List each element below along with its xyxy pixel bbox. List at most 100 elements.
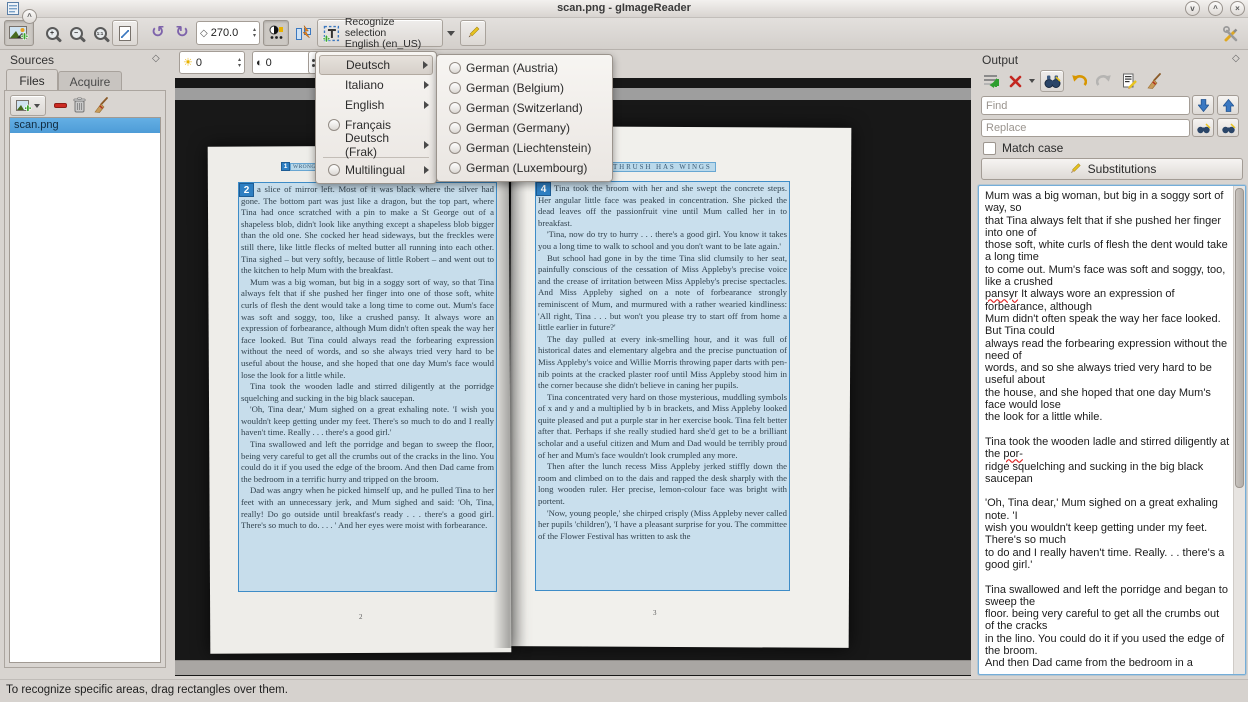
find-prev-button[interactable] [1217,95,1239,115]
match-case-checkbox[interactable] [983,142,996,155]
add-source-button[interactable] [10,95,46,116]
tab-acquire-label: Acquire [70,75,111,89]
find-input[interactable] [981,96,1190,115]
clear-sources-button[interactable] [91,95,111,114]
image-controls-toggle[interactable] [263,20,289,46]
right-page-number: 3 [653,608,657,620]
left-page-number: 2 [359,612,363,624]
delete-source-button[interactable] [70,95,88,114]
submenu-arrow-icon [424,101,429,109]
recognize-label-line1: Recognize selection [345,17,438,39]
rotation-spinbox[interactable]: ◇ 270.0 ▴▾ [196,21,260,45]
autolayout-icon [295,25,312,42]
close-button[interactable]: × [1230,1,1245,16]
output-panel-title: Output [982,53,1018,67]
zoom-in-button[interactable]: + [40,22,64,45]
insert-mode-button[interactable] [981,71,1001,91]
titlebar[interactable]: scan.png - gImageReader v ^ × [0,0,1248,18]
menu-gutter [444,82,466,94]
menu-item-label: Français [345,118,429,132]
save-text-button[interactable] [1119,71,1139,91]
book-spine-shadow [493,130,527,648]
maximize-button[interactable]: ^ [1208,1,1223,16]
output-detach-button[interactable]: ◇ [1232,53,1240,64]
submenu-item-german-liechtenstein[interactable]: German (Liechtenstein) [440,138,609,158]
source-list-item[interactable]: scan.png [10,118,160,133]
find-replace-toggle[interactable] [1040,70,1064,92]
trash-icon [73,97,86,113]
menu-item-deutsch-frak[interactable]: Deutsch (Frak) [319,135,433,155]
pen-icon [465,25,481,41]
menu-gutter [323,164,345,176]
region-badge-2: 2 [239,183,254,197]
replace-icon [1196,122,1211,134]
clear-output-button[interactable] [1144,71,1164,91]
output-vscrollbar[interactable] [1233,186,1245,674]
book-paragraph: The day pulled at every ink-smelling hou… [538,334,787,392]
remove-source-button[interactable] [51,97,69,113]
zoom-original-button[interactable]: 1:1 [88,22,112,45]
brightness-stepper[interactable]: ▴▾ [236,57,243,69]
minimize-icon: v [1190,4,1194,13]
output-textview[interactable]: Mum was a big woman, but big in a soggy … [978,185,1246,675]
sources-detach-button[interactable]: ◇ [152,53,160,64]
submenu-item-label: German (Austria) [466,61,605,75]
undo-icon [1071,74,1087,88]
remove-icon [54,103,67,108]
replace-all-button[interactable] [1217,118,1239,137]
menu-gutter [323,119,345,131]
ocr-selection-region-2[interactable]: 2 a slice of mirror left. Most of it was… [238,182,497,592]
left-page-text: a slice of mirror left. Most of it was b… [239,183,496,533]
main-toolbar: + − 1:1 ↺ ↻ ◇ 270.0 ▴▾ Recognize selecti… [0,18,1248,50]
pen-icon [1068,162,1082,176]
autolayout-button[interactable] [291,21,315,45]
replace-input[interactable] [981,119,1190,137]
replace-button[interactable] [1192,118,1214,137]
menu-gutter [444,102,466,114]
settings-button[interactable] [1218,20,1244,46]
rotation-stepper[interactable]: ▴▾ [251,27,258,39]
add-image-icon [9,25,29,42]
menu-item-label: Multilingual [345,163,424,177]
redo-button[interactable] [1094,71,1114,91]
sources-list[interactable]: scan.png [9,117,161,663]
submenu-item-german-belgium[interactable]: German (Belgium) [440,78,609,98]
undo-button[interactable] [1069,71,1089,91]
brightness-spinbox[interactable]: ☀ 0 ▴▾ [179,51,245,74]
submenu-item-german-austria[interactable]: German (Austria) [440,58,609,78]
zoom-out-icon: − [70,27,83,40]
recognize-button[interactable]: Recognize selection English (en_US) [317,19,443,47]
strip-crap-button[interactable] [1006,71,1024,91]
image-hscrollbar[interactable] [175,660,971,675]
menu-item-english[interactable]: English [319,95,433,115]
rotate-ccw-button[interactable]: ↺ [146,21,170,45]
tab-files[interactable]: Files [6,69,58,91]
output-scrollbar-thumb[interactable] [1235,188,1244,488]
menu-item-deutsch[interactable]: Deutsch [319,55,433,75]
submenu-item-german-switzerland[interactable]: German (Switzerland) [440,98,609,118]
minimize-button[interactable]: v [1185,1,1200,16]
replace-all-icon [1221,122,1236,134]
rotate-cw-button[interactable]: ↻ [170,21,194,45]
close-icon: × [1235,4,1240,13]
brightness-icon: ☀ [183,56,193,69]
menu-item-italiano[interactable]: Italiano [319,75,433,95]
menu-item-multilingual[interactable]: Multilingual [319,160,433,180]
tab-acquire[interactable]: Acquire [58,71,122,91]
strip-dropdown-icon[interactable] [1029,79,1035,83]
add-source-dropdown-icon [34,104,40,108]
book-paragraph: Tina concentrated very hard on those mys… [538,392,787,462]
zoom-out-button[interactable]: − [64,22,88,45]
recognize-dropdown-button[interactable] [444,24,458,42]
toggle-output-pane-button[interactable] [460,20,486,46]
submenu-item-german-germany[interactable]: German (Germany) [440,118,609,138]
tab-files-label: Files [19,74,44,88]
substitutions-button[interactable]: Substitutions [981,158,1243,180]
submenu-item-german-luxembourg[interactable]: German (Luxembourg) [440,158,609,178]
ocr-selection-region-4[interactable]: 4 Tina took the broom with her and she s… [535,181,790,591]
toolbar-collapse-button[interactable]: ^ [22,9,37,24]
find-next-button[interactable] [1192,95,1214,115]
zoom-fit-button[interactable] [112,20,138,46]
output-panel: Output ◇ [975,49,1248,676]
broom-icon [93,97,109,113]
